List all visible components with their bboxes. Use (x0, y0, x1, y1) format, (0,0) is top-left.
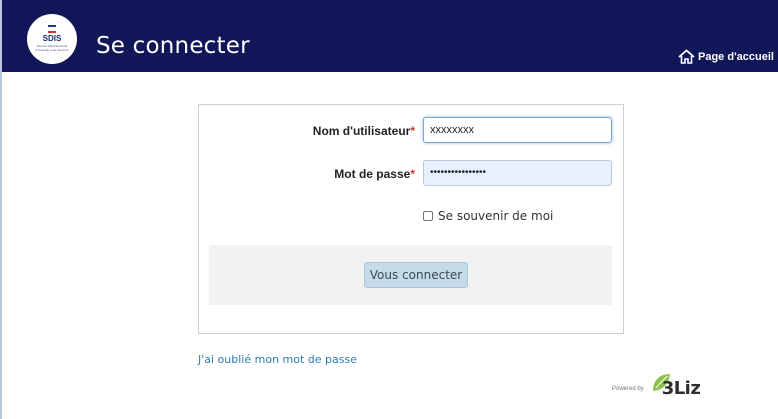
username-label: Nom d'utilisateur* (313, 124, 415, 138)
username-input[interactable] (423, 117, 612, 143)
forgot-password-link[interactable]: J'ai oublié mon mot de passe (198, 353, 357, 366)
home-link[interactable]: Page d'accueil (678, 49, 774, 64)
home-link-label: Page d'accueil (698, 50, 774, 63)
logo-label: SDIS (42, 34, 62, 43)
required-marker: * (410, 124, 415, 138)
brand-name: 3Liz (661, 378, 701, 399)
remember-label: Se souvenir de moi (438, 209, 554, 223)
flag-icon (48, 25, 56, 33)
password-input[interactable]: •••••••••••••••• (423, 160, 612, 186)
form-actions: Vous connecter (209, 245, 612, 305)
password-label-text: Mot de passe (334, 167, 411, 181)
remember-checkbox[interactable] (423, 211, 433, 221)
brand-logo[interactable]: 3Liz (650, 372, 710, 399)
sdis-logo[interactable]: SDIS Service Départemental d'Incendie et… (27, 14, 77, 64)
top-header: SDIS Service Départemental d'Incendie et… (2, 0, 778, 72)
logo-subtext: Service Départemental d'Incendie et de S… (35, 44, 69, 52)
page-frame: SDIS Service Départemental d'Incendie et… (0, 0, 778, 419)
required-marker: * (410, 167, 415, 181)
remember-me[interactable]: Se souvenir de moi (423, 209, 553, 223)
login-button[interactable]: Vous connecter (364, 262, 468, 288)
powered-by-text: Powered by (612, 386, 644, 392)
password-label: Mot de passe* (334, 167, 415, 181)
username-label-text: Nom d'utilisateur (312, 124, 411, 138)
powered-by: Powered by 3Liz (612, 372, 710, 399)
page-title: Se connecter (96, 33, 250, 59)
password-value: •••••••••••••••• (430, 167, 487, 178)
home-icon (678, 49, 695, 64)
login-form: Nom d'utilisateur* Mot de passe* •••••••… (198, 104, 624, 334)
